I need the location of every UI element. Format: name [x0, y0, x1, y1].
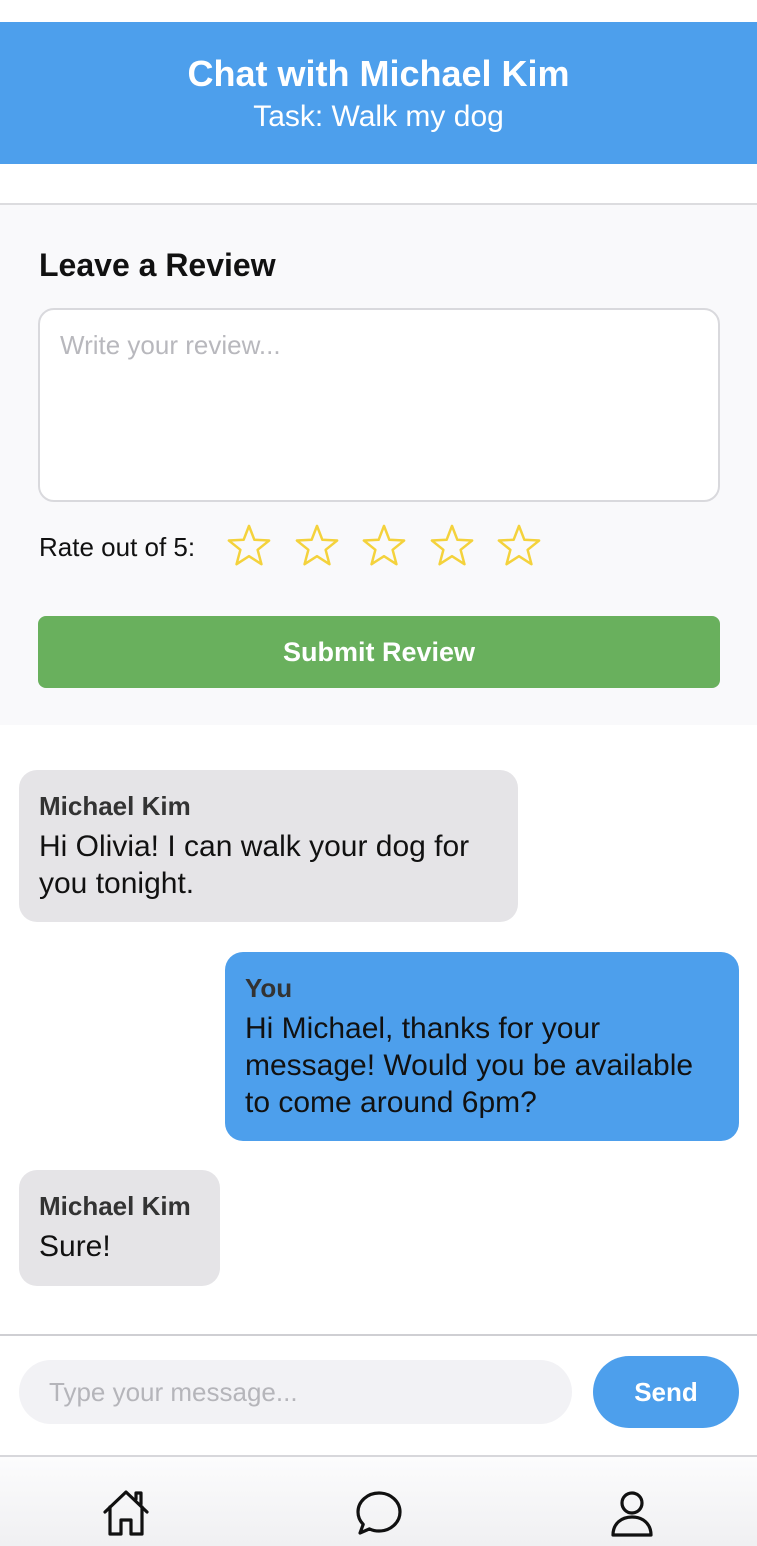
- message-input[interactable]: [19, 1360, 572, 1424]
- send-button[interactable]: Send: [593, 1356, 739, 1428]
- rate-label: Rate out of 5:: [39, 532, 196, 562]
- review-textarea[interactable]: [38, 308, 720, 502]
- page-title: Chat with Michael Kim: [187, 53, 570, 94]
- chat-bubble-icon[interactable]: [353, 1487, 405, 1539]
- star-5-icon[interactable]: [496, 523, 542, 569]
- message-sender: You: [245, 973, 293, 1003]
- star-2-icon[interactable]: [294, 523, 340, 569]
- message-bubble-incoming: Michael Kim Sure!: [19, 1170, 220, 1286]
- message-sender: Michael Kim: [39, 791, 191, 821]
- home-icon[interactable]: [100, 1487, 152, 1539]
- message-sender: Michael Kim: [39, 1191, 191, 1221]
- message-bubble-outgoing: You Hi Michael, thanks for your message!…: [225, 952, 739, 1141]
- header: Chat with Michael Kim Task: Walk my dog: [0, 22, 757, 164]
- review-section: Leave a Review Rate out of 5: Submit Rev…: [0, 203, 757, 725]
- profile-icon[interactable]: [606, 1487, 658, 1539]
- review-heading: Leave a Review: [39, 247, 276, 283]
- message-text: Hi Olivia! I can walk your dog for you t…: [39, 830, 470, 900]
- tab-bar: [0, 1457, 757, 1546]
- message-bubble-incoming: Michael Kim Hi Olivia! I can walk your d…: [19, 770, 518, 922]
- chat-screen: Chat with Michael Kim Task: Walk my dog …: [0, 0, 757, 1546]
- task-subtitle: Task: Walk my dog: [253, 100, 504, 133]
- message-text: Hi Michael, thanks for your message! Wou…: [245, 1012, 694, 1119]
- star-3-icon[interactable]: [361, 523, 407, 569]
- star-4-icon[interactable]: [429, 523, 475, 569]
- submit-review-button[interactable]: Submit Review: [38, 616, 720, 688]
- message-text: Sure!: [39, 1230, 111, 1263]
- composer-divider: [0, 1334, 757, 1336]
- star-1-icon[interactable]: [226, 523, 272, 569]
